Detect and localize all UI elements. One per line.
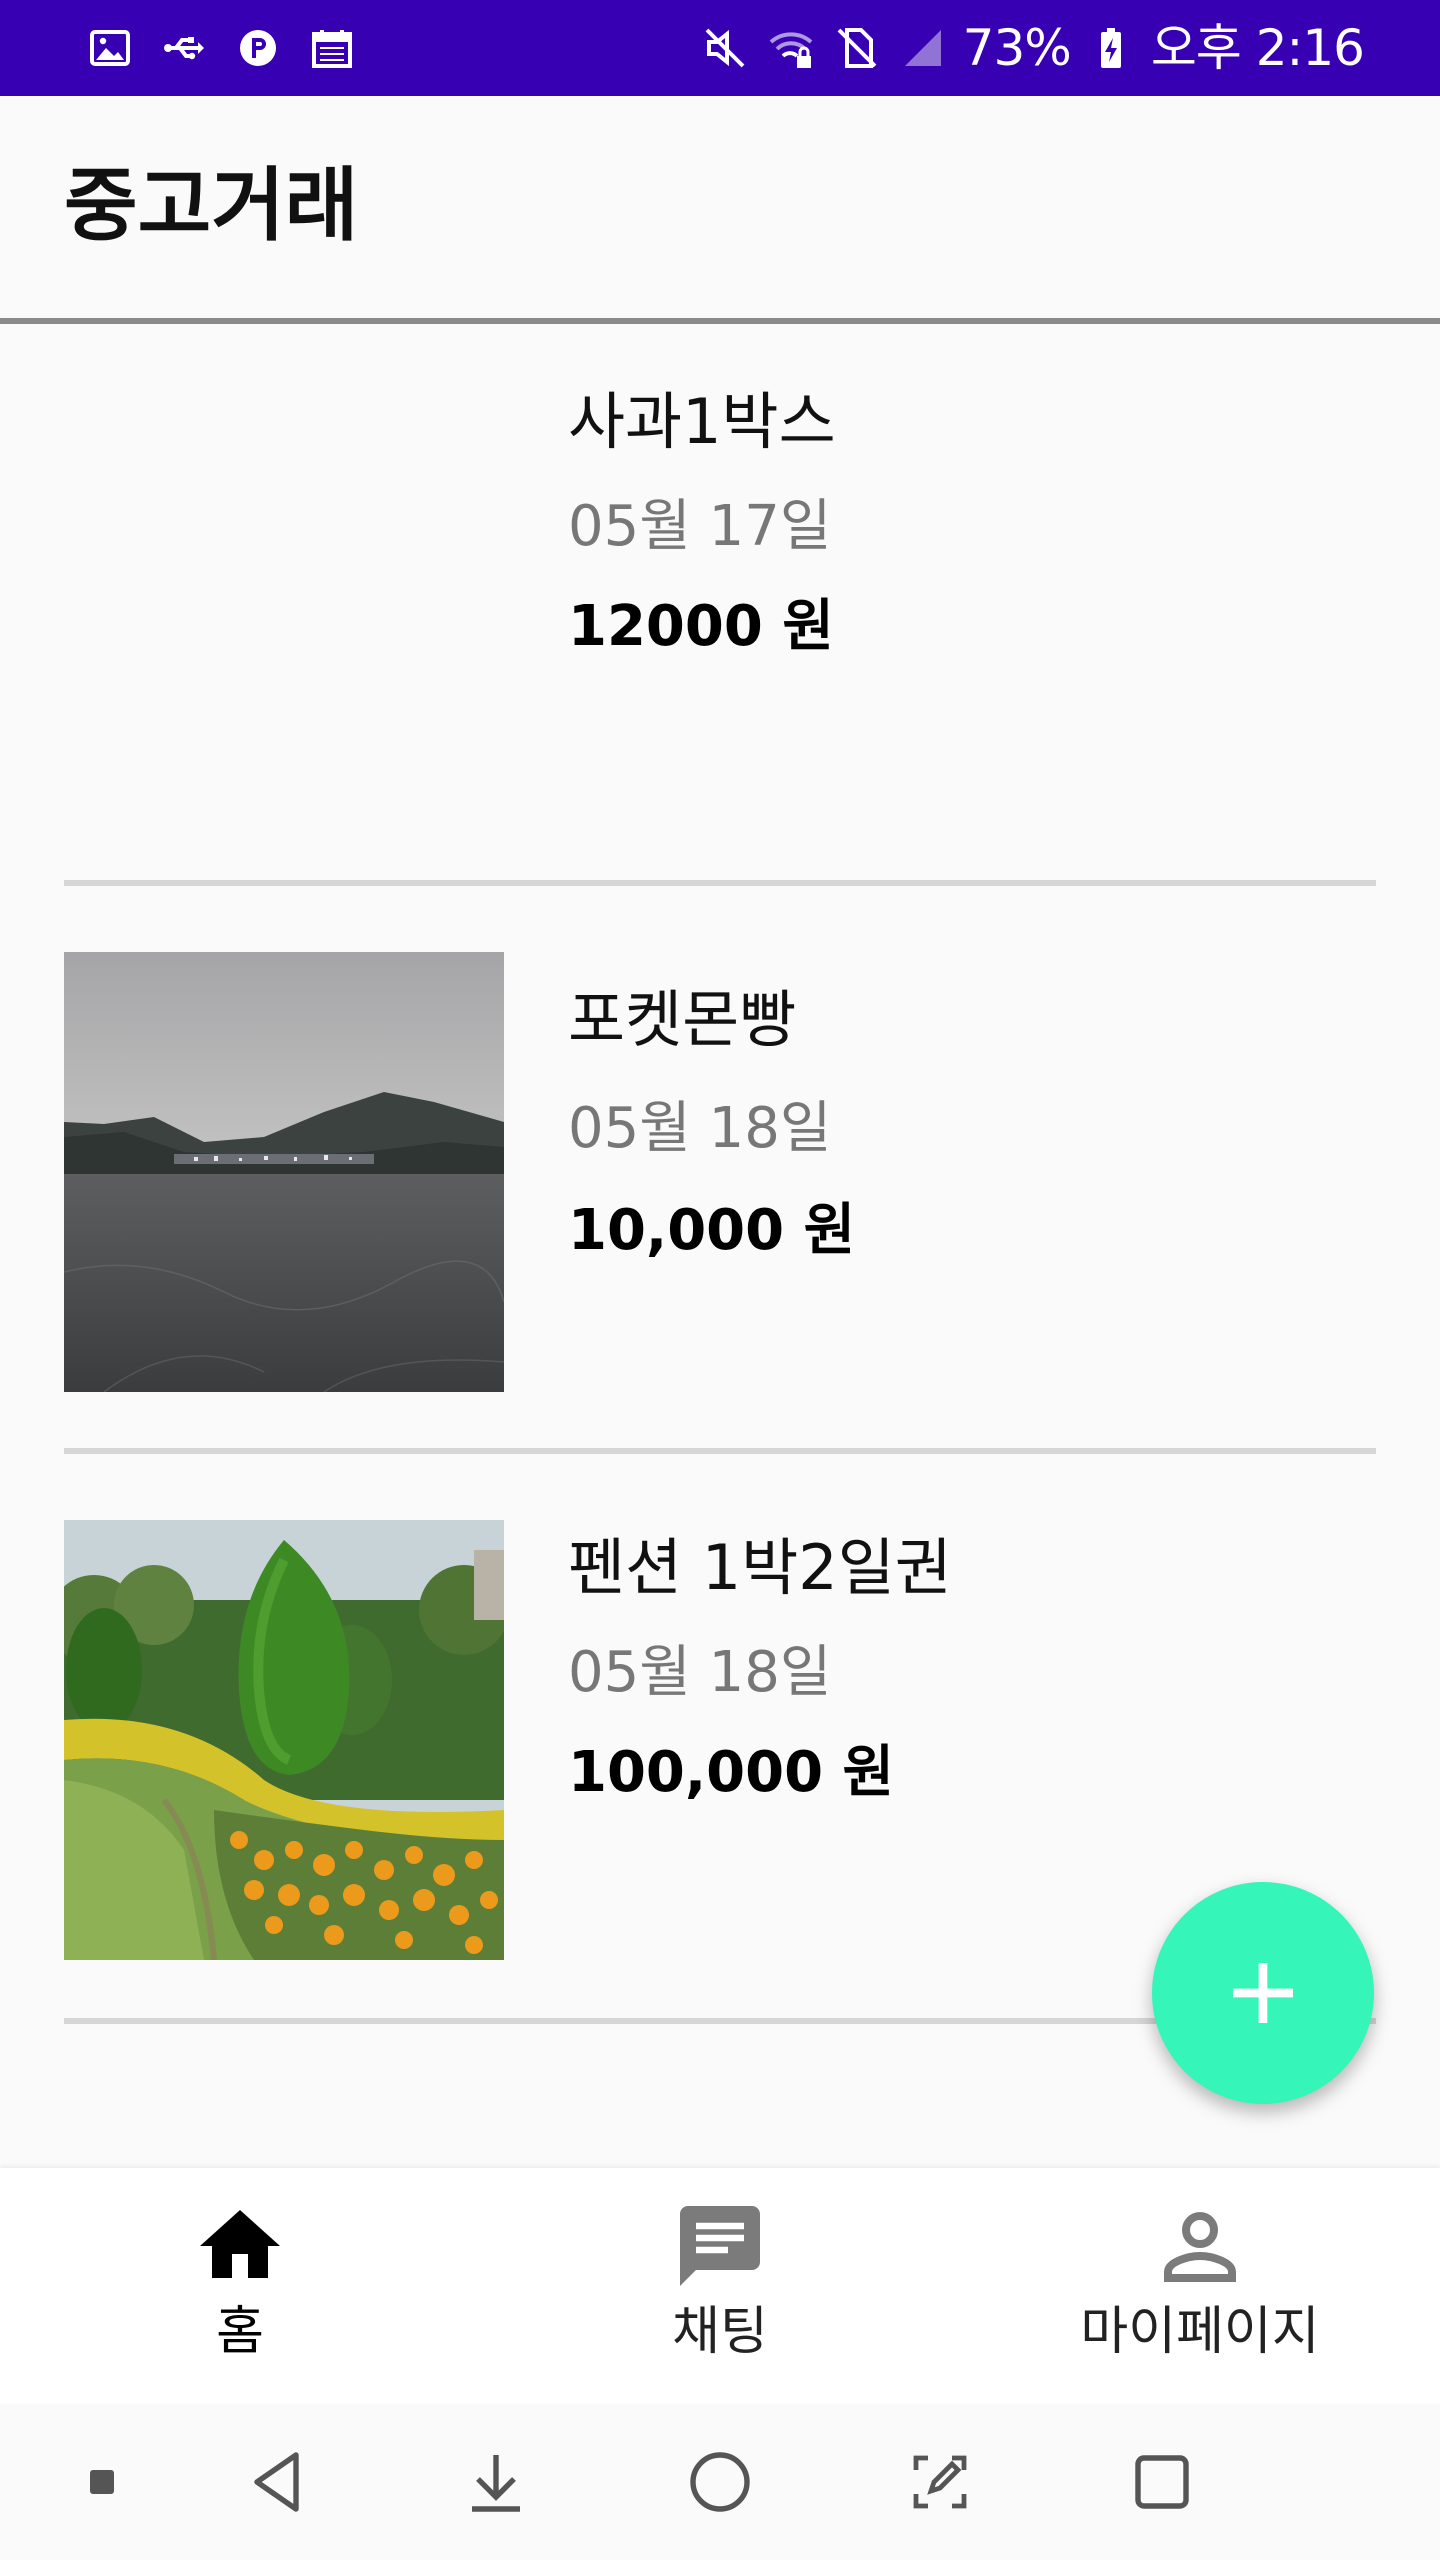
list-item[interactable]: 포켓몬빵 05월 18일 10,000 원 (0, 952, 1440, 1520)
status-right-icons: 73% 오후 2:16 (699, 18, 1365, 78)
nav-item-chat[interactable]: 채팅 (480, 2168, 960, 2404)
bottom-navigation: 홈 채팅 마이페이지 (0, 2168, 1440, 2404)
edit-screenshot-icon[interactable] (900, 2442, 980, 2522)
person-icon (1152, 2198, 1248, 2294)
page-title: 중고거래 (64, 159, 359, 252)
item-title: 사과1박스 (568, 385, 836, 458)
download-icon[interactable] (456, 2442, 536, 2522)
system-navigation-bar (0, 2404, 1440, 2560)
item-date: 05월 18일 (568, 1096, 832, 1161)
item-thumbnail (64, 952, 504, 1392)
item-title: 펜션 1박2일권 (568, 1531, 952, 1604)
lake-photo (64, 952, 504, 1392)
no-sim-icon (831, 22, 883, 74)
item-date: 05월 17일 (568, 494, 832, 559)
nav-item-mypage[interactable]: 마이페이지 (960, 2168, 1440, 2404)
status-bar: 73% 오후 2:16 (0, 0, 1440, 96)
battery-charging-icon (1085, 22, 1137, 74)
item-price: 10,000 원 (568, 1198, 856, 1263)
p-badge-icon (232, 22, 284, 74)
list-divider (64, 1448, 1376, 1454)
clock: 오후 2:16 (1150, 19, 1365, 77)
battery-percent: 73% (962, 19, 1072, 77)
add-item-button[interactable] (1152, 1882, 1374, 2104)
usb-icon (158, 22, 210, 74)
nav-label-mypage: 마이페이지 (1080, 2302, 1320, 2362)
nav-item-home[interactable]: 홈 (0, 2168, 480, 2404)
item-thumbnail (64, 1520, 504, 1960)
top-app-bar: 중고거래 (0, 96, 1440, 320)
nav-label-home: 홈 (216, 2302, 264, 2362)
home-circle-icon[interactable] (680, 2442, 760, 2522)
mute-icon (699, 22, 751, 74)
item-price: 100,000 원 (568, 1740, 895, 1805)
item-date: 05월 18일 (568, 1640, 832, 1705)
image-icon (84, 22, 136, 74)
home-icon (192, 2198, 288, 2294)
item-price: 12000 원 (568, 594, 834, 659)
back-icon[interactable] (238, 2442, 318, 2522)
signal-icon (897, 22, 949, 74)
item-title: 포켓몬빵 (568, 983, 797, 1056)
recents-icon[interactable] (1122, 2442, 1202, 2522)
wifi-lock-icon (765, 22, 817, 74)
list-item[interactable]: 사과1박스 05월 17일 12000 원 (0, 324, 1440, 892)
plus-icon (1233, 1963, 1293, 2023)
status-left-icons (84, 18, 358, 78)
chat-icon (672, 2198, 768, 2294)
dot-icon[interactable] (62, 2442, 142, 2522)
list-divider (64, 880, 1376, 886)
nav-label-chat: 채팅 (672, 2302, 768, 2362)
garden-photo (64, 1520, 504, 1960)
calendar-icon (306, 22, 358, 74)
